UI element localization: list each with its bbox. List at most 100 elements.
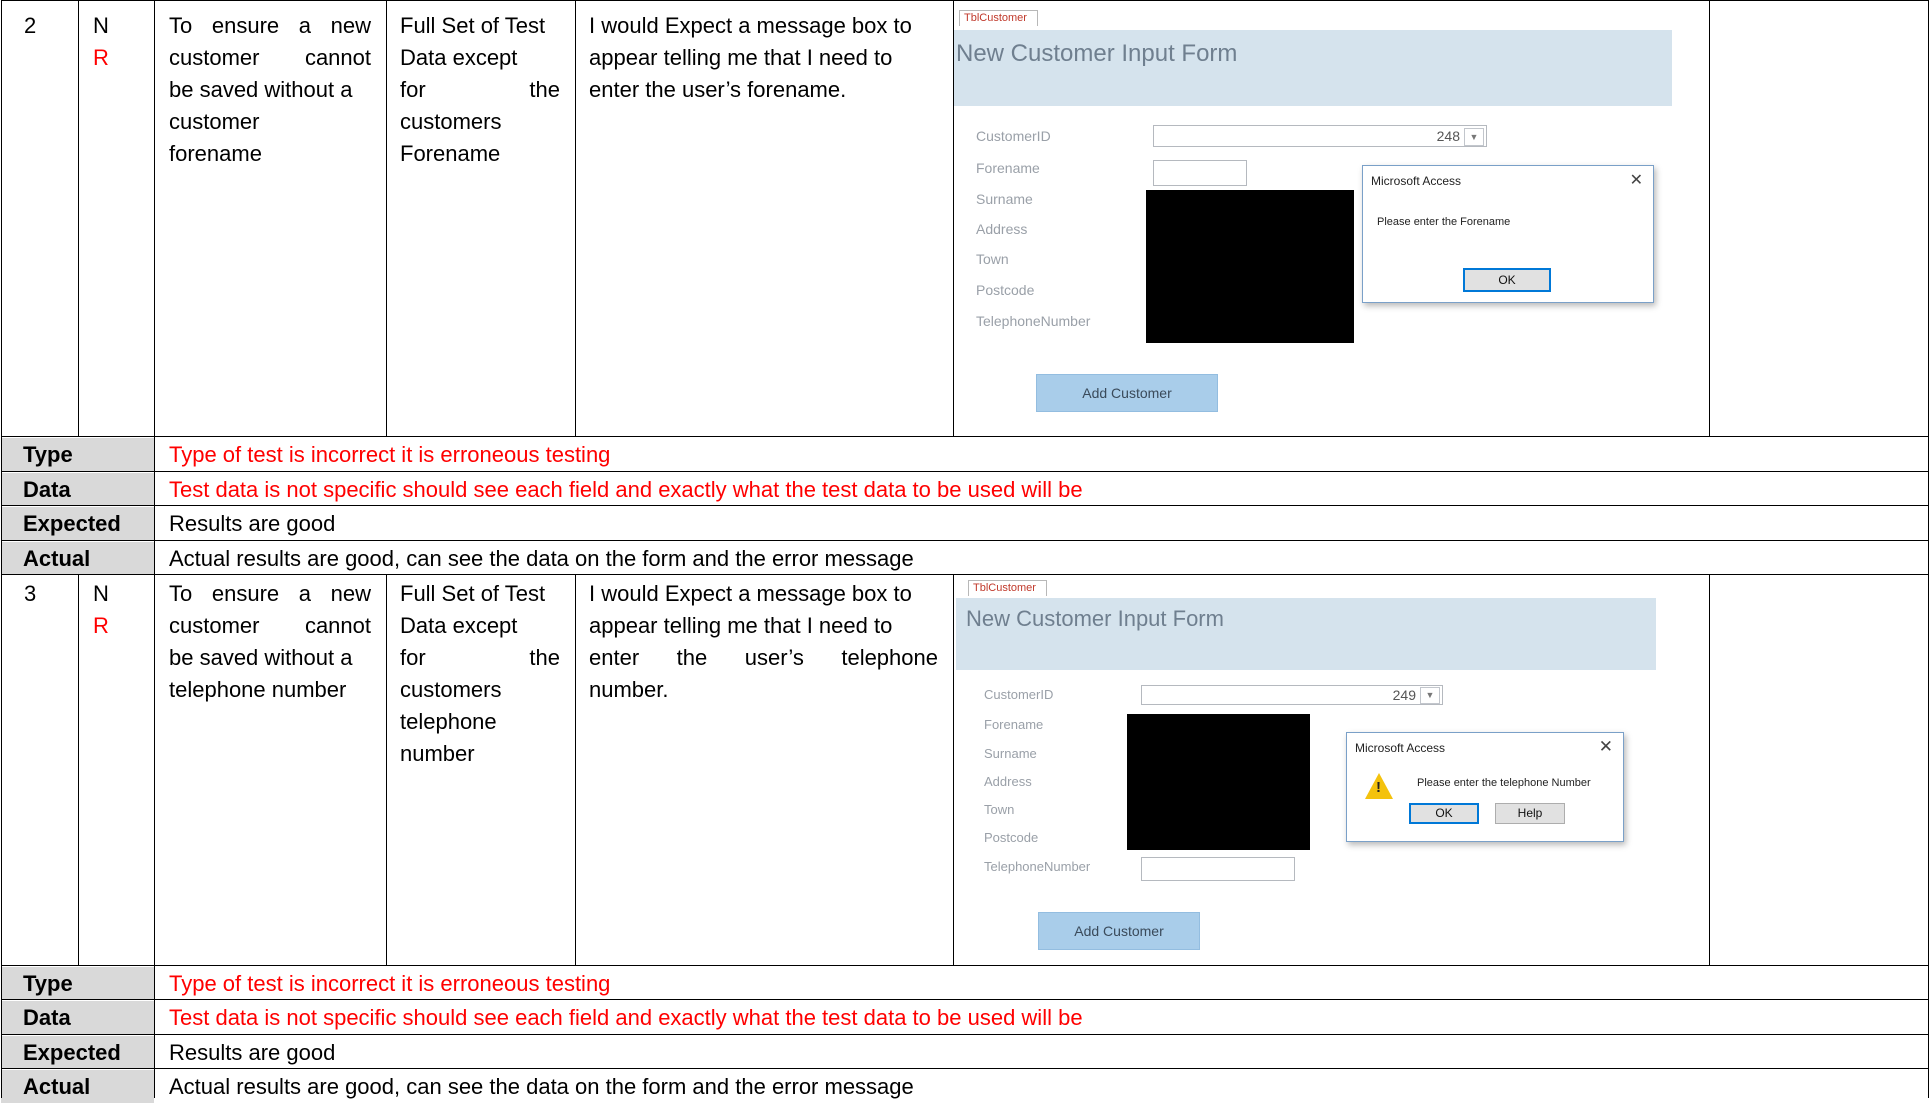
expected-line: appear telling me that I need to <box>589 613 893 638</box>
close-icon[interactable]: ✕ <box>1630 170 1643 190</box>
test-number: 2 <box>24 13 37 38</box>
data-label: Data <box>1 1001 154 1034</box>
table-border <box>1 0 2 1098</box>
data-label: Data <box>1 473 154 506</box>
purpose-line: customer cannot <box>169 45 371 70</box>
test-code-r: R <box>93 45 109 70</box>
table-border <box>575 0 576 436</box>
expected-label: Expected <box>1 507 154 540</box>
table-border <box>386 0 387 436</box>
expected-comment: Results are good <box>169 511 336 536</box>
table-border <box>1 999 1929 1000</box>
label-town: Town <box>976 251 1009 267</box>
form-tab[interactable]: TblCustomer <box>959 10 1038 26</box>
test-code-n: N <box>93 13 109 38</box>
purpose-line: telephone number <box>169 677 347 702</box>
actual-comment: Actual results are good, can see the dat… <box>169 1074 914 1099</box>
expected-line: enter the user’s telephone <box>589 645 938 670</box>
test-code-r: R <box>93 613 109 638</box>
label-forename: Forename <box>984 717 1044 732</box>
message-dialog: Microsoft Access ✕ Please enter the Fore… <box>1362 165 1654 303</box>
purpose-line: To ensure a new <box>169 13 371 38</box>
warning-glyph: ! <box>1376 779 1381 796</box>
form-title: New Customer Input Form <box>966 606 1224 631</box>
data-comment: Test data is not specific should see eac… <box>169 1005 1083 1030</box>
redacted-block <box>1146 190 1354 343</box>
actual-label: Actual <box>1 542 154 575</box>
form-tab[interactable]: TblCustomer <box>968 580 1047 596</box>
test-plan-table: 2 N R To ensure a new customer cannot be… <box>0 0 1931 1103</box>
chevron-down-icon[interactable]: ▼ <box>1420 687 1440 704</box>
add-customer-button[interactable]: Add Customer <box>1038 912 1200 950</box>
dialog-ok-button[interactable]: OK <box>1409 803 1479 824</box>
table-border <box>1709 0 1710 436</box>
label-telephone-number: TelephoneNumber <box>984 859 1091 874</box>
dialog-message: Please enter the Forename <box>1377 216 1511 228</box>
forename-input[interactable] <box>1153 160 1247 186</box>
data-comment: Test data is not specific should see eac… <box>169 477 1083 502</box>
access-form-screenshot: TblCustomer New Customer Input Form Cust… <box>954 8 1674 432</box>
expected-comment: Results are good <box>169 1040 336 1065</box>
test-number: 3 <box>24 581 37 606</box>
purpose-line: be saved without a <box>169 645 353 670</box>
purpose-line: customer cannot <box>169 613 371 638</box>
table-border <box>1 1034 1929 1035</box>
purpose-line: To ensure a new <box>169 581 371 606</box>
dialog-message: Please enter the telephone Number <box>1417 777 1591 789</box>
label-customer-id: CustomerID <box>976 128 1051 144</box>
add-customer-button[interactable]: Add Customer <box>1036 374 1218 412</box>
label-telephone-number: TelephoneNumber <box>976 313 1091 329</box>
test-data-line: Data except <box>400 613 518 638</box>
table-border <box>386 574 387 965</box>
label-address: Address <box>976 221 1028 237</box>
message-dialog: Microsoft Access ✕ ! Please enter the te… <box>1346 732 1624 842</box>
expected-line: enter the user’s forename. <box>589 77 847 102</box>
label-town: Town <box>984 802 1015 817</box>
close-icon[interactable]: ✕ <box>1599 737 1613 757</box>
expected-line: I would Expect a message box to <box>589 581 912 606</box>
purpose-line: forename <box>169 141 262 166</box>
test-data-line: number <box>400 741 475 766</box>
customer-id-combo[interactable]: 249 ▼ <box>1141 685 1443 705</box>
label-forename: Forename <box>976 160 1040 176</box>
access-form-screenshot: TblCustomer New Customer Input Form Cust… <box>956 578 1666 962</box>
customer-id-value: 249 <box>1392 687 1416 703</box>
table-border <box>1 574 1929 575</box>
test-data-line: Data except <box>400 45 518 70</box>
type-label: Type <box>1 967 154 1000</box>
customer-id-combo[interactable]: 248 ▼ <box>1153 125 1487 147</box>
label-surname: Surname <box>984 746 1037 761</box>
test-data-line: Forename <box>400 141 501 166</box>
table-border <box>1 505 1929 506</box>
type-label: Type <box>1 438 154 471</box>
type-comment: Type of test is incorrect it is erroneou… <box>169 971 611 996</box>
dialog-help-button[interactable]: Help <box>1495 803 1565 824</box>
telephone-number-input[interactable] <box>1141 857 1295 881</box>
warning-icon: ! <box>1365 773 1393 799</box>
table-border <box>1 471 1929 472</box>
label-address: Address <box>984 774 1032 789</box>
expected-label: Expected <box>1 1036 154 1069</box>
purpose-line: customer <box>169 109 260 134</box>
actual-label: Actual <box>1 1070 154 1103</box>
purpose-line: be saved without a <box>169 77 353 102</box>
expected-line: I would Expect a message box to <box>589 13 912 38</box>
label-surname: Surname <box>976 191 1033 207</box>
test-data-line: for the <box>400 645 560 670</box>
chevron-down-icon[interactable]: ▼ <box>1464 128 1484 146</box>
test-data-line: customers <box>400 109 502 134</box>
table-border <box>78 0 79 436</box>
table-border <box>1 1068 1929 1069</box>
test-data-line: telephone <box>400 709 497 734</box>
test-data-line: for the <box>400 77 560 102</box>
test-data-line: customers <box>400 677 502 702</box>
table-border <box>575 574 576 965</box>
table-border <box>78 574 79 965</box>
test-data-line: Full Set of Test <box>400 13 546 38</box>
expected-line: number. <box>589 677 669 702</box>
dialog-ok-button[interactable]: OK <box>1463 268 1551 292</box>
table-border <box>1 436 1929 437</box>
table-border <box>1 965 1929 966</box>
label-customer-id: CustomerID <box>984 687 1054 702</box>
table-border <box>1709 574 1710 965</box>
